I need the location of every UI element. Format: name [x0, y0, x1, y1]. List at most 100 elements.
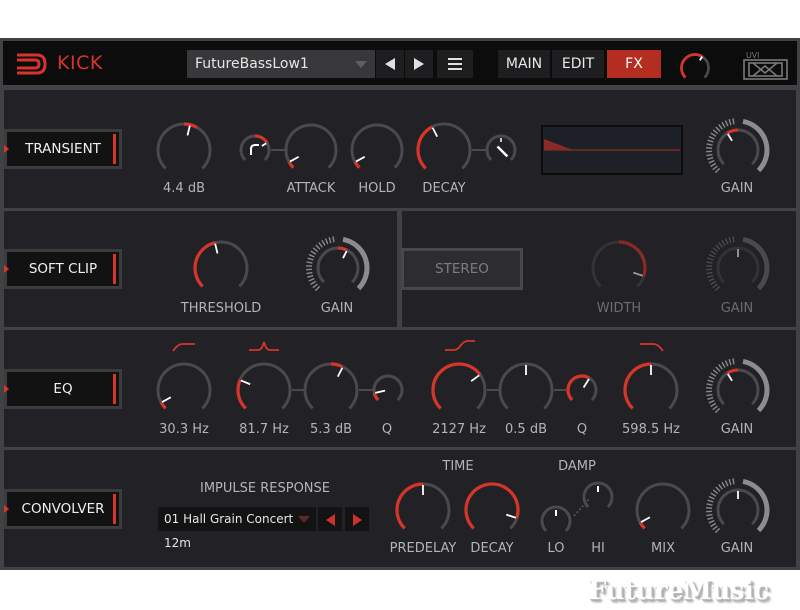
knob-track [284, 123, 338, 169]
eq-band2-freq-knob[interactable] [233, 359, 295, 421]
convolver-gain-knob[interactable] [700, 472, 776, 548]
eq-band1-freq-value: 30.3 Hz [159, 422, 209, 437]
knob-track [316, 246, 360, 284]
meter-tick [308, 277, 315, 282]
damp-lo-label: LO [547, 541, 565, 556]
eq-band3-q-knob[interactable] [563, 371, 601, 409]
meter-tick [708, 399, 715, 404]
knob-value-arc [193, 241, 216, 288]
meter-tick [306, 261, 313, 264]
meter-tick [710, 522, 717, 528]
knob-pointer [261, 142, 267, 147]
eq-band3-freq-value: 2127 Hz [432, 422, 486, 437]
meter-tick [728, 119, 732, 126]
decay-knob[interactable] [413, 119, 475, 181]
decay-label: DECAY [422, 181, 466, 196]
eq-band4-freq-knob[interactable] [620, 359, 682, 421]
soft-clip-gain-knob[interactable] [300, 230, 376, 306]
knob-track [350, 123, 404, 169]
transient-amount-knob[interactable] [153, 119, 215, 181]
arrow-right-icon [352, 513, 362, 526]
eq-band3-gain-knob[interactable] [495, 359, 557, 421]
meter-tick [707, 396, 714, 401]
eq-band2-gain-knob[interactable] [300, 359, 362, 421]
stereo-toggle-button[interactable]: STEREO [401, 248, 523, 290]
meter-tick [328, 237, 332, 244]
knob-track [716, 128, 760, 166]
meter-tick [706, 143, 713, 146]
knob-pointer [289, 155, 300, 163]
knob-pointer [496, 145, 509, 158]
knob-value-arc [254, 134, 269, 144]
mix-knob[interactable] [632, 479, 694, 541]
meter-tick [721, 239, 726, 246]
knob-pointer [632, 271, 644, 277]
impulse-response-dropdown[interactable]: 01 Hall Grain Concert 12m [158, 507, 316, 550]
eq-toggle-button[interactable]: EQ [4, 369, 122, 409]
knob-pointer [214, 243, 219, 254]
meter-tick [312, 247, 319, 253]
meter-tick [728, 359, 732, 366]
meter-tick [714, 167, 721, 174]
meter-tick [315, 244, 321, 250]
transient-toggle-button[interactable]: TRANSIENT [4, 129, 122, 169]
knob-pointer [727, 373, 733, 382]
knob-value-arc [287, 161, 295, 169]
next-impulse-button[interactable] [345, 507, 369, 531]
knob-value-arc [464, 482, 520, 530]
knob-track [635, 482, 691, 530]
knob-pointer [505, 513, 517, 519]
meter-tick [732, 478, 735, 485]
meter-tick [708, 159, 715, 164]
meter-tick [708, 135, 715, 140]
knob-pointer [240, 379, 251, 386]
eq-band3-gain-value: 0.5 dB [505, 422, 547, 437]
predelay-knob[interactable] [392, 479, 454, 541]
threshold-knob[interactable] [190, 237, 252, 299]
meter-tick [712, 369, 719, 375]
meter-tick [732, 358, 735, 365]
transient-curve-knob[interactable] [236, 131, 274, 169]
knob-value-arc [395, 482, 424, 530]
meter-tick [712, 489, 719, 495]
meter-tick [314, 285, 321, 292]
meter-tick [307, 257, 314, 261]
eq-band2-q-knob[interactable] [369, 371, 407, 409]
soft-clip-toggle-button[interactable]: SOFT CLIP [4, 249, 122, 289]
damp-lo-knob[interactable] [537, 502, 575, 540]
threshold-label: THRESHOLD [180, 301, 262, 316]
stereo-gain-knob[interactable] [700, 230, 776, 306]
eq-band3-freq-knob[interactable] [428, 359, 490, 421]
stereo-gain-label: GAIN [720, 301, 754, 316]
eq-band1-freq-knob[interactable] [153, 359, 215, 421]
meter-tick [321, 239, 326, 246]
meter-tick [710, 132, 717, 137]
eq-band2-gain-value: 5.3 dB [310, 422, 352, 437]
transient-gain-knob[interactable] [700, 112, 776, 188]
stereo-width-knob[interactable] [588, 237, 650, 299]
knob-track [716, 368, 760, 406]
convolver-toggle-button[interactable]: CONVOLVER [4, 489, 122, 529]
eq-band2-q-label: Q [381, 422, 393, 437]
meter-tick [324, 238, 329, 245]
envelope-curve [544, 139, 680, 151]
meter-tick [710, 402, 717, 408]
time-label: TIME [442, 459, 474, 474]
knob-value-arc [566, 374, 590, 402]
meter-tick [715, 244, 721, 250]
hold-knob[interactable] [347, 120, 407, 180]
decay-curve-knob[interactable] [482, 131, 520, 169]
meter-tick [714, 285, 721, 292]
eq-gain-knob[interactable] [700, 352, 776, 428]
convolver-decay-knob[interactable] [461, 479, 523, 541]
convolver-gain-label: GAIN [720, 541, 754, 556]
previous-impulse-button[interactable] [318, 507, 342, 531]
knob-value-arc [638, 521, 646, 530]
damp-hi-knob[interactable] [579, 478, 617, 516]
attack-knob[interactable] [281, 120, 341, 180]
knob-value-arc [431, 362, 482, 410]
meter-tick [707, 257, 714, 261]
damp-label: DAMP [558, 459, 596, 474]
knob-pointer [355, 155, 366, 163]
envelope-display [541, 125, 683, 175]
